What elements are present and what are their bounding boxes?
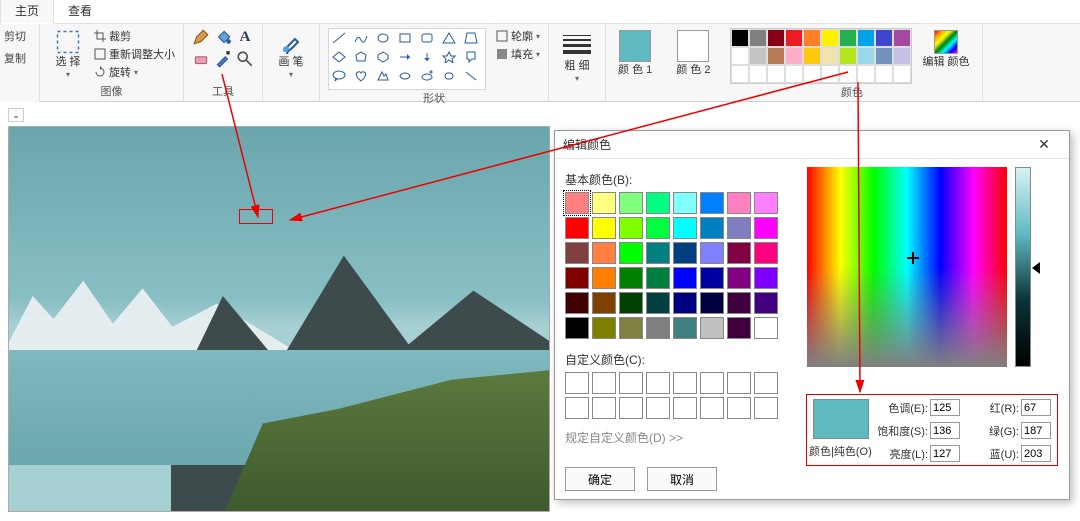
group-shapes: 轮廓 ▾ 填充 ▾ 形状 bbox=[320, 24, 549, 101]
lum-input[interactable] bbox=[930, 445, 960, 462]
crop-cmd[interactable]: 裁剪 bbox=[94, 28, 175, 44]
green-input[interactable] bbox=[1021, 422, 1051, 439]
select-icon bbox=[56, 30, 80, 54]
rotate-cmd[interactable]: 旋转 ▾ bbox=[94, 64, 175, 80]
fill-icon bbox=[496, 48, 508, 60]
fill-tool[interactable] bbox=[214, 28, 232, 46]
brush-icon bbox=[279, 30, 303, 54]
color-values-panel: 颜色|纯色(O) 色调(E): 红(R): 饱和度(S): 绿(G): 亮度(L… bbox=[806, 394, 1058, 466]
nav-arrow[interactable]: ⌄ bbox=[8, 108, 24, 122]
cut-cmd[interactable]: 剪切 bbox=[0, 28, 39, 44]
color1-button[interactable]: 颜 色 1 bbox=[614, 28, 656, 78]
eraser-tool[interactable] bbox=[192, 50, 210, 68]
crosshair-icon bbox=[907, 252, 919, 264]
crop-icon bbox=[94, 30, 106, 42]
color-palette[interactable] bbox=[730, 28, 912, 84]
blue-input[interactable] bbox=[1021, 445, 1051, 462]
outline-menu[interactable]: 轮廓 ▾ bbox=[496, 28, 540, 44]
custom-colors-label: 自定义颜色(C): bbox=[565, 351, 797, 368]
custom-colors-grid[interactable] bbox=[565, 372, 797, 419]
fill-menu[interactable]: 填充 ▾ bbox=[496, 46, 540, 62]
group-color2: 颜 色 2 bbox=[664, 24, 722, 101]
luminance-pointer-icon bbox=[1032, 262, 1040, 274]
canvas-image[interactable] bbox=[8, 126, 550, 512]
size-icon bbox=[563, 30, 591, 58]
luminance-slider[interactable] bbox=[1015, 167, 1031, 367]
group-brush: 画 笔▾ bbox=[263, 24, 320, 101]
resize-cmd[interactable]: 重新调整大小 bbox=[94, 46, 175, 62]
sat-input[interactable] bbox=[930, 422, 960, 439]
shapes-gallery[interactable] bbox=[328, 28, 486, 90]
magnifier-tool[interactable] bbox=[236, 50, 254, 68]
text-tool[interactable]: A bbox=[236, 28, 254, 46]
selection-marker bbox=[239, 209, 273, 224]
color2-swatch bbox=[677, 30, 709, 62]
edit-colors-button[interactable]: 编辑 颜色 bbox=[918, 28, 973, 70]
group-tools: A 工具 bbox=[184, 24, 263, 101]
outline-icon bbox=[496, 30, 508, 42]
size-menu[interactable]: 粗 细▾ bbox=[557, 28, 597, 85]
define-custom-button[interactable]: 规定自定义颜色(D) >> bbox=[565, 429, 797, 446]
color-preview-swatch bbox=[813, 399, 869, 439]
rainbow-icon bbox=[934, 30, 958, 54]
picker-tool[interactable] bbox=[214, 50, 232, 68]
color1-swatch bbox=[619, 30, 651, 62]
copy-cmd[interactable]: 复制 bbox=[0, 50, 39, 66]
clipboard-mini: 剪切 复制 bbox=[0, 24, 40, 102]
basic-colors-label: 基本颜色(B): bbox=[565, 171, 797, 188]
cancel-button[interactable]: 取消 bbox=[647, 467, 717, 491]
group-palette: 编辑 颜色 颜色 bbox=[722, 24, 982, 101]
ribbon: 选 择▾ 裁剪 重新调整大小 旋转 ▾ 图像 A 工具 画 笔▾ bbox=[40, 24, 1080, 102]
dialog-title: 编辑颜色 bbox=[563, 136, 611, 153]
brush-tool[interactable]: 画 笔▾ bbox=[271, 28, 311, 81]
resize-icon bbox=[94, 48, 106, 60]
close-button[interactable]: ✕ bbox=[1027, 135, 1061, 155]
group-color1: 颜 色 1 bbox=[606, 24, 664, 101]
red-input[interactable] bbox=[1021, 399, 1051, 416]
tab-home[interactable]: 主页 bbox=[0, 0, 54, 24]
group-image: 选 择▾ 裁剪 重新调整大小 旋转 ▾ 图像 bbox=[40, 24, 184, 101]
rotate-icon bbox=[94, 66, 106, 78]
hue-input[interactable] bbox=[930, 399, 960, 416]
ok-button[interactable]: 确定 bbox=[565, 467, 635, 491]
select-tool[interactable]: 选 择▾ bbox=[48, 28, 88, 81]
color2-button[interactable]: 颜 色 2 bbox=[672, 28, 714, 78]
pencil-tool[interactable] bbox=[192, 28, 210, 46]
preview-label: 颜色|纯色(O) bbox=[809, 443, 872, 459]
group-size: 粗 细▾ bbox=[549, 24, 606, 101]
hue-sat-field[interactable] bbox=[807, 167, 1007, 367]
tab-view[interactable]: 查看 bbox=[54, 0, 106, 23]
basic-colors-grid[interactable] bbox=[565, 192, 797, 339]
